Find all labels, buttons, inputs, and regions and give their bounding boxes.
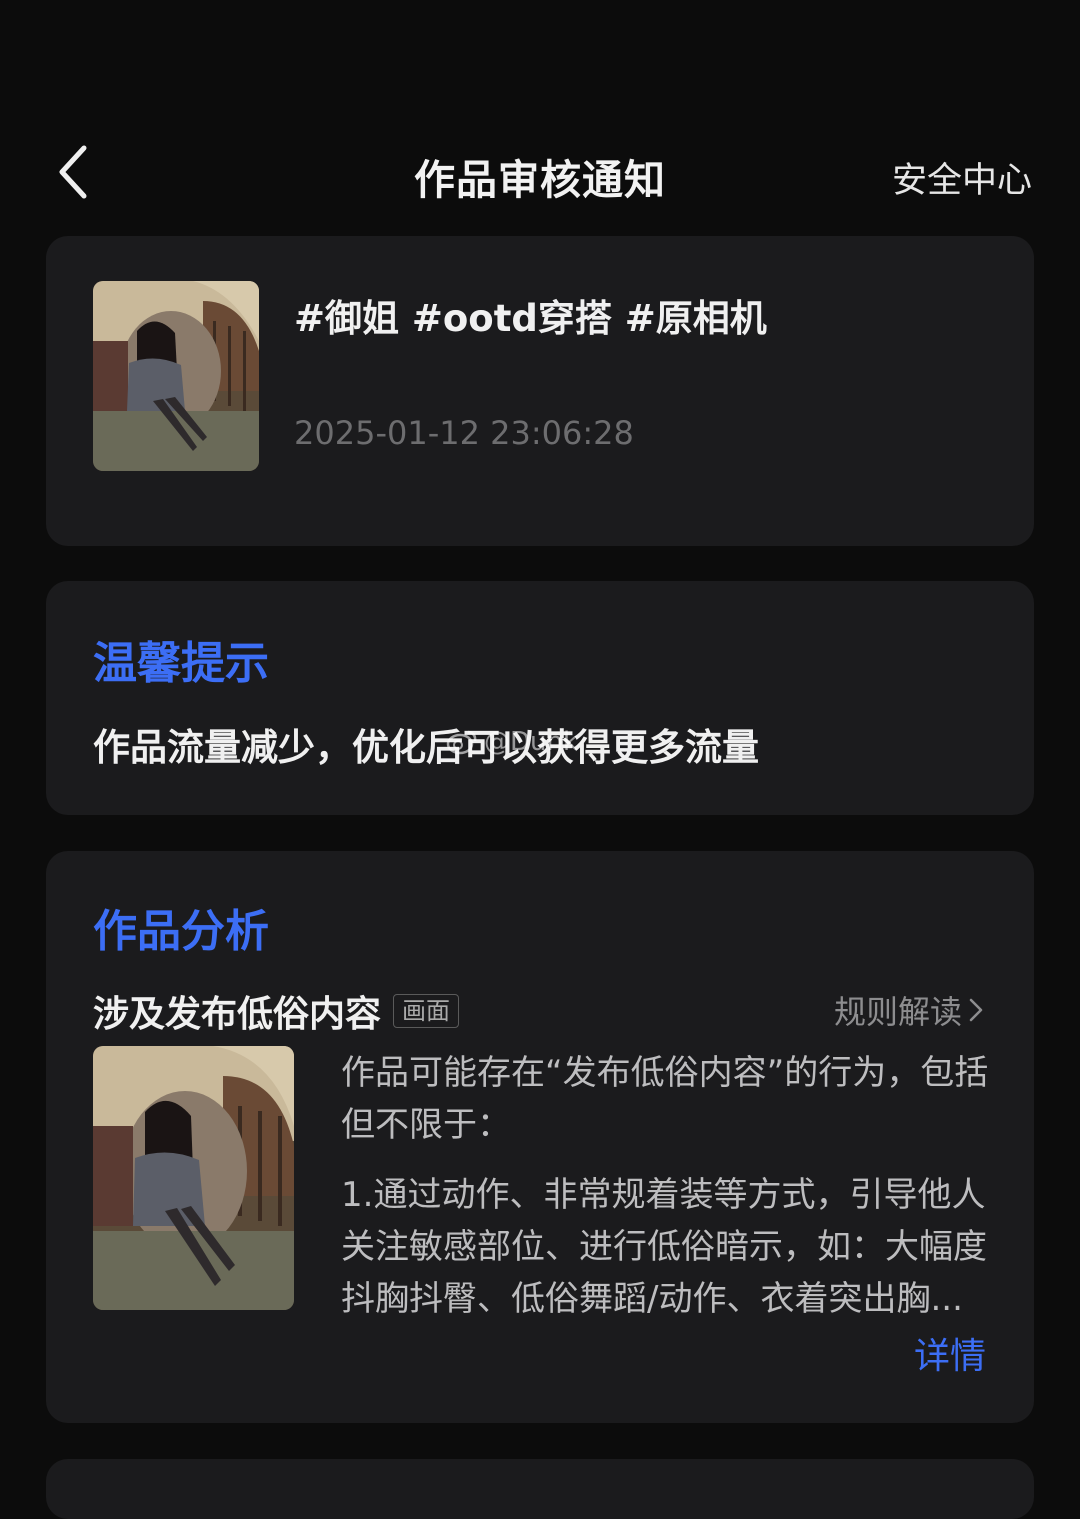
work-datetime: 2025-01-12 23:06:28 — [294, 414, 634, 452]
work-thumbnail[interactable] — [93, 281, 259, 471]
tip-title: 温馨提示 — [93, 638, 269, 689]
violation-type-badge: 画面 — [393, 994, 460, 1028]
work-info-card[interactable]: #御姐 #ootd穿搭 #原相机 2025-01-12 23:06:28 — [46, 236, 1034, 546]
description-intro: 作品可能存在“发布低俗内容”的行为，包括但不限于： — [341, 1053, 989, 1145]
detail-link[interactable]: 详情 — [914, 1327, 986, 1379]
violation-text: 涉及发布低俗内容 — [93, 994, 382, 1035]
description-item: 1.通过动作、非常规着装等方式，引导他人关注敏感部位、进行低俗暗示，如：大幅度抖… — [341, 1175, 987, 1319]
chevron-right-icon — [969, 998, 983, 1022]
tip-text: 作品流量减少，优化后可以获得更多流量 — [93, 726, 759, 769]
analysis-card: 作品分析 涉及发布低俗内容 画面 规则解读 作品可能存在“发布低俗内容”的行为，… — [46, 851, 1034, 1423]
next-card — [46, 1459, 1034, 1519]
weibo-icon — [446, 730, 477, 755]
analysis-description: 作品可能存在“发布低俗内容”的行为，包括但不限于： 1.通过动作、非常规着装等方… — [341, 1047, 991, 1325]
work-tags: #御姐 #ootd穿搭 #原相机 — [294, 297, 767, 340]
watermark-text: @Dunk — [484, 727, 579, 757]
safety-center-link[interactable]: 安全中心 — [892, 152, 1032, 203]
rules-link-label: 规则解读 — [833, 993, 962, 1031]
analysis-title: 作品分析 — [93, 906, 269, 957]
tip-card: 温馨提示 作品流量减少，优化后可以获得更多流量 @Dunk — [46, 581, 1034, 815]
analysis-thumbnail[interactable] — [93, 1046, 294, 1310]
top-navigation-bar: 作品审核通知 安全中心 — [0, 0, 1080, 236]
watermark: @Dunk — [446, 727, 578, 757]
rules-interpretation-link[interactable]: 规则解读 — [834, 987, 984, 1033]
violation-heading: 涉及发布低俗内容 画面 — [93, 985, 460, 1037]
